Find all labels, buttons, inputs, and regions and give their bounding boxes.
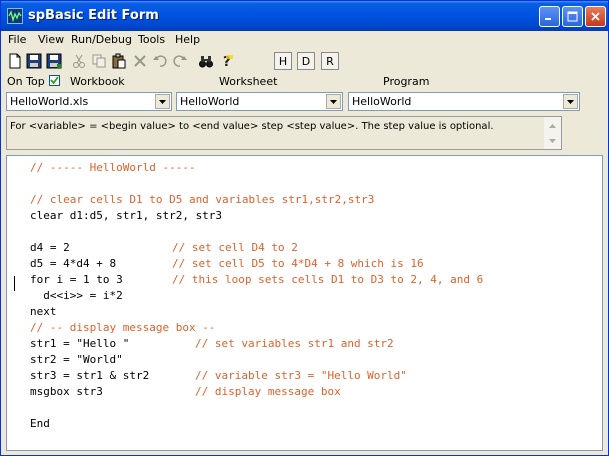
code-line-15: msgbox str3 — [30, 385, 103, 398]
save-icon — [26, 53, 42, 69]
close-icon — [591, 12, 600, 21]
redo-icon — [173, 55, 187, 67]
copy-icon — [92, 54, 106, 68]
menu-view[interactable]: View — [38, 33, 64, 46]
delete-button[interactable] — [131, 52, 149, 70]
maximize-icon — [567, 11, 578, 22]
code-line-3: // clear cells D1 to D5 and variables st… — [30, 193, 375, 206]
code-line-7: d5 = 4*d4 + 8 — [30, 257, 117, 270]
binoculars-icon — [199, 56, 213, 68]
syntax-help-text: For <variable> = <begin value> to <end v… — [10, 121, 494, 132]
h-button[interactable]: H — [274, 52, 292, 70]
on-top-checkbox[interactable] — [49, 75, 60, 86]
find-button[interactable] — [197, 52, 215, 70]
code-line-17: End — [30, 417, 50, 430]
program-select-value: HelloWorld — [352, 95, 412, 108]
code-comment-15: // display message box — [195, 385, 341, 398]
code-comment-14: // variable str3 = "Hello World" — [195, 369, 407, 382]
cut-icon — [73, 54, 85, 68]
r-button[interactable]: R — [321, 52, 339, 70]
code-line-6: d4 = 2 — [30, 241, 70, 254]
menu-help[interactable]: Help — [175, 33, 200, 46]
code-comment-7: // set cell D5 to 4*D4 + 8 which is 16 — [172, 257, 424, 270]
code-line-13: str2 = "World" — [30, 353, 123, 366]
d-button[interactable]: D — [297, 52, 315, 70]
code-line-4: clear d1:d5, str1, str2, str3 — [30, 209, 223, 222]
paste-icon — [112, 53, 126, 69]
code-line-1: // ----- HelloWorld ----- — [30, 161, 196, 174]
chevron-down-icon[interactable] — [563, 94, 578, 109]
paste-button[interactable] — [110, 52, 128, 70]
title-bar: spBasic Edit Form — [1, 1, 608, 31]
code-editor[interactable]: // ----- HelloWorld ----- // clear cells… — [6, 155, 603, 451]
save-button[interactable] — [25, 52, 43, 70]
menu-file[interactable]: File — [8, 33, 26, 46]
menu-bar: File View Run/Debug Tools Help — [1, 31, 608, 49]
code-line-11: // -- display message box -- — [30, 321, 216, 334]
save-as-button[interactable] — [45, 52, 63, 70]
close-button[interactable] — [585, 6, 606, 27]
delete-icon — [134, 55, 146, 67]
chevron-down-icon[interactable] — [326, 94, 341, 109]
minimize-icon — [545, 18, 551, 20]
workbook-label: Workbook — [70, 75, 125, 88]
on-top-label: On Top — [7, 75, 45, 88]
undo-icon — [153, 55, 167, 67]
maximize-button[interactable] — [562, 6, 583, 27]
new-file-button[interactable] — [6, 52, 24, 70]
cut-button[interactable] — [70, 52, 88, 70]
code-comment-6: // set cell D4 to 2 — [172, 241, 298, 254]
code-line-9: d<<i>> = i*2 — [30, 289, 123, 302]
code-line-10: next — [30, 305, 57, 318]
save-as-icon — [46, 53, 62, 69]
edit-form-window: spBasic Edit Form File View Run/Debug To… — [0, 0, 609, 456]
worksheet-select-value: HelloWorld — [180, 95, 240, 108]
window-title: spBasic Edit Form — [28, 8, 159, 23]
workbook-select-value: HelloWorld.xls — [10, 95, 89, 108]
scroll-down-icon[interactable] — [546, 134, 559, 147]
redo-button[interactable] — [171, 52, 189, 70]
workbook-select[interactable]: HelloWorld.xls — [6, 92, 172, 111]
program-label: Program — [383, 75, 430, 88]
question-mark-icon: ? — [223, 55, 233, 69]
help-scrollbar[interactable] — [544, 117, 561, 149]
code-line-14: str3 = str1 & str2 — [30, 369, 150, 382]
code-line-12: str1 = "Hello " — [30, 337, 130, 350]
syntax-help-box: For <variable> = <begin value> to <end v… — [6, 116, 562, 150]
menu-tools[interactable]: Tools — [138, 33, 165, 46]
copy-button[interactable] — [90, 52, 108, 70]
scroll-up-icon[interactable] — [546, 119, 559, 132]
text-caret — [14, 276, 15, 291]
toolbar: ? H D R — [1, 49, 608, 73]
checkmark-icon — [50, 76, 59, 85]
new-file-icon — [9, 53, 21, 69]
worksheet-select[interactable]: HelloWorld — [176, 92, 343, 111]
code-comment-12: // set variables str1 and str2 — [195, 337, 394, 350]
chevron-down-icon[interactable] — [155, 94, 170, 109]
program-select[interactable]: HelloWorld — [348, 92, 580, 111]
worksheet-label: Worksheet — [219, 75, 278, 88]
code-line-8: for i = 1 to 3 — [30, 273, 123, 286]
help-button[interactable]: ? — [218, 52, 236, 70]
menu-run-debug[interactable]: Run/Debug — [71, 33, 132, 46]
code-comment-8: // this loop sets cells D1 to D3 to 2, 4… — [172, 273, 484, 286]
app-icon — [7, 8, 23, 24]
minimize-button[interactable] — [539, 6, 560, 27]
undo-button[interactable] — [151, 52, 169, 70]
